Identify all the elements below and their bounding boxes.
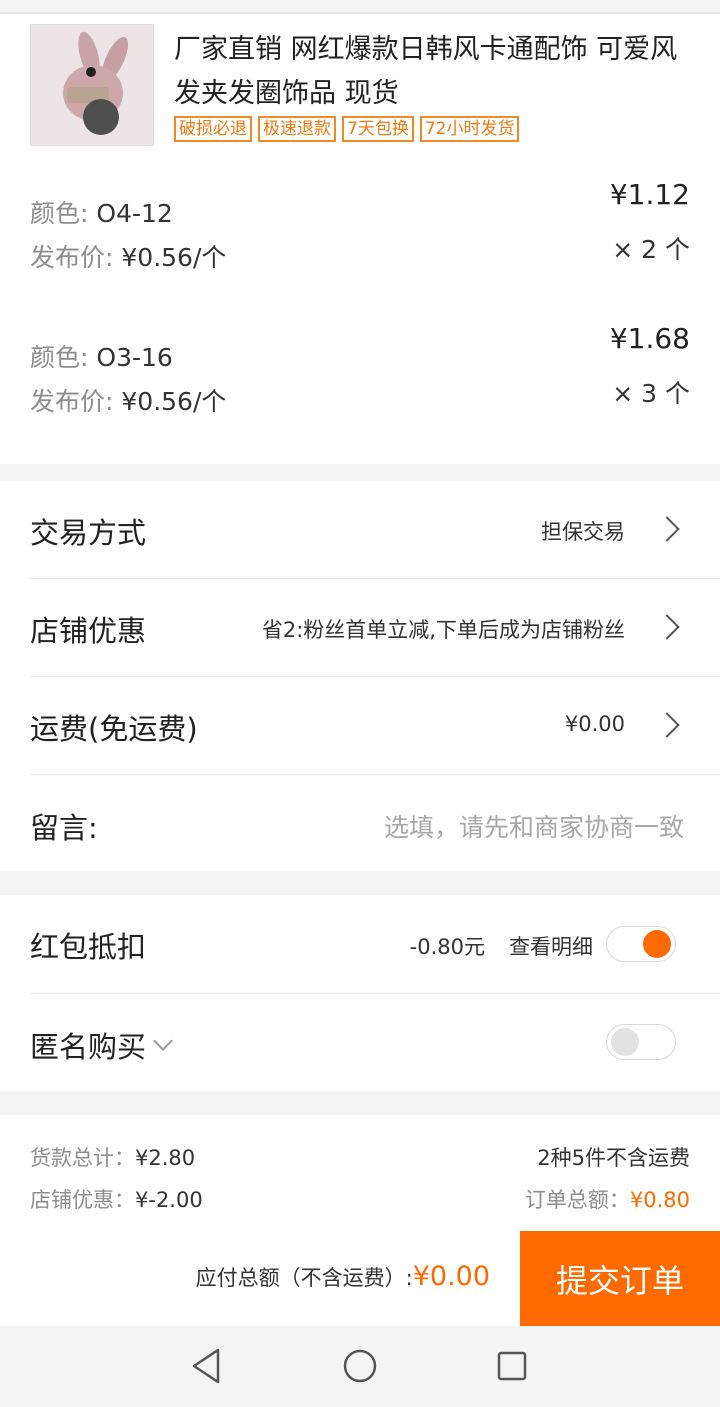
shop-discount-summary-label: 店铺优惠： [30, 1188, 135, 1212]
redpacket-detail-link[interactable]: 查看明细 [509, 931, 593, 961]
toggle-knob [611, 1028, 639, 1056]
chevron-right-icon [654, 516, 680, 542]
redpacket-label: 红包抵扣 [30, 930, 147, 964]
message-row: 留言: 选填，请先和商家协商一致 [0, 775, 720, 871]
trade-method-label: 交易方式 [30, 516, 147, 550]
divider [30, 993, 720, 994]
variant-unit-price: ¥0.56/个 [121, 243, 227, 272]
variant-color-label: 颜色: [30, 199, 89, 228]
variant-subtotal: ¥1.12 [609, 178, 690, 211]
shop-discount-value: 省2:粉丝首单立减,下单后成为店铺粉丝 [261, 618, 625, 642]
trade-method-row[interactable]: 交易方式 担保交易 [0, 481, 720, 578]
redpacket-toggle[interactable] [606, 926, 676, 962]
submit-order-button[interactable]: 提交订单 [520, 1231, 720, 1326]
summary-card: 货款总计：¥2.80 2种5件不含运费 店铺优惠：¥-2.00 订单总额：¥0.… [0, 1115, 720, 1231]
anonymous-toggle[interactable] [606, 1024, 676, 1060]
payable-value: ¥0.00 [412, 1261, 490, 1292]
chevron-down-icon[interactable] [153, 1031, 173, 1051]
variant-color-label: 颜色: [30, 343, 89, 372]
message-label: 留言: [30, 811, 98, 845]
goods-total-value: ¥2.80 [135, 1146, 196, 1170]
variant-price-label: 发布价: [30, 387, 114, 416]
item-count: 2种5件不含运费 [537, 1146, 690, 1170]
shipping-value: ¥0.00 [564, 712, 625, 736]
goods-total-row: 货款总计：¥2.80 [30, 1142, 195, 1172]
variant-quantity: × 3 个 [612, 379, 690, 408]
badge-7day-exchange: 7天包换 [342, 116, 414, 142]
order-total-value: ¥0.80 [629, 1188, 690, 1212]
shipping-row[interactable]: 运费(免运费) ¥0.00 [0, 677, 720, 774]
goods-total-label: 货款总计： [30, 1146, 135, 1170]
order-total-label: 订单总额： [524, 1188, 630, 1212]
payable-label: 应付总额（不含运费）: [195, 1266, 413, 1290]
variant-unit-price: ¥0.56/个 [121, 387, 227, 416]
chevron-right-icon [654, 712, 680, 738]
variant-quantity: × 2 个 [612, 235, 690, 264]
shop-discount-row[interactable]: 店铺优惠 省2:粉丝首单立减,下单后成为店铺粉丝 [0, 579, 720, 676]
anonymous-label: 匿名购买 [30, 1030, 147, 1064]
shop-discount-summary-value: ¥-2.00 [135, 1188, 203, 1212]
variant-subtotal: ¥1.68 [609, 322, 690, 355]
shipping-label: 运费(免运费) [30, 712, 198, 746]
message-input[interactable]: 选填，请先和商家协商一致 [384, 808, 684, 844]
product-thumbnail[interactable] [30, 24, 154, 146]
badge-72h-ship: 72小时发货 [419, 116, 520, 142]
redpacket-amount: -0.80元 [409, 935, 485, 959]
trade-method-value: 担保交易 [541, 520, 625, 544]
order-total-row: 订单总额：¥0.80 [525, 1184, 690, 1214]
system-nav-bar [0, 1326, 720, 1407]
variant-color-value: O3-16 [96, 343, 173, 372]
variant-color-row: 颜色: O4-12 [30, 194, 173, 230]
payable-total: 应付总额（不含运费）:¥0.00 [196, 1261, 490, 1292]
chevron-right-icon [654, 614, 680, 640]
shop-discount-label: 店铺优惠 [30, 614, 147, 648]
recent-apps-icon[interactable] [496, 1350, 528, 1382]
badge-fast-refund: 极速退款 [258, 116, 336, 142]
variant-color-value: O4-12 [96, 199, 173, 228]
product-title[interactable]: 厂家直销 网红爆款日韩风卡通配饰 可爱风发夹发圈饰品 现货 [174, 28, 694, 116]
variant-color-row: 颜色: O3-16 [30, 338, 173, 374]
home-icon[interactable] [342, 1348, 378, 1384]
variant-price-row: 发布价: ¥0.56/个 [30, 238, 226, 274]
service-badges: 破损必退 极速退款 7天包换 72小时发货 [174, 116, 520, 142]
variant-price-label: 发布价: [30, 243, 114, 272]
back-icon[interactable] [188, 1346, 224, 1386]
badge-damage-refund: 破损必退 [174, 116, 252, 142]
bunny-hairclip-image [31, 25, 153, 145]
variant-price-row: 发布价: ¥0.56/个 [30, 382, 226, 418]
shop-discount-summary: 店铺优惠：¥-2.00 [30, 1184, 203, 1214]
anonymous-purchase-row[interactable]: 匿名购买 [30, 1024, 173, 1066]
toggle-knob [643, 930, 671, 958]
